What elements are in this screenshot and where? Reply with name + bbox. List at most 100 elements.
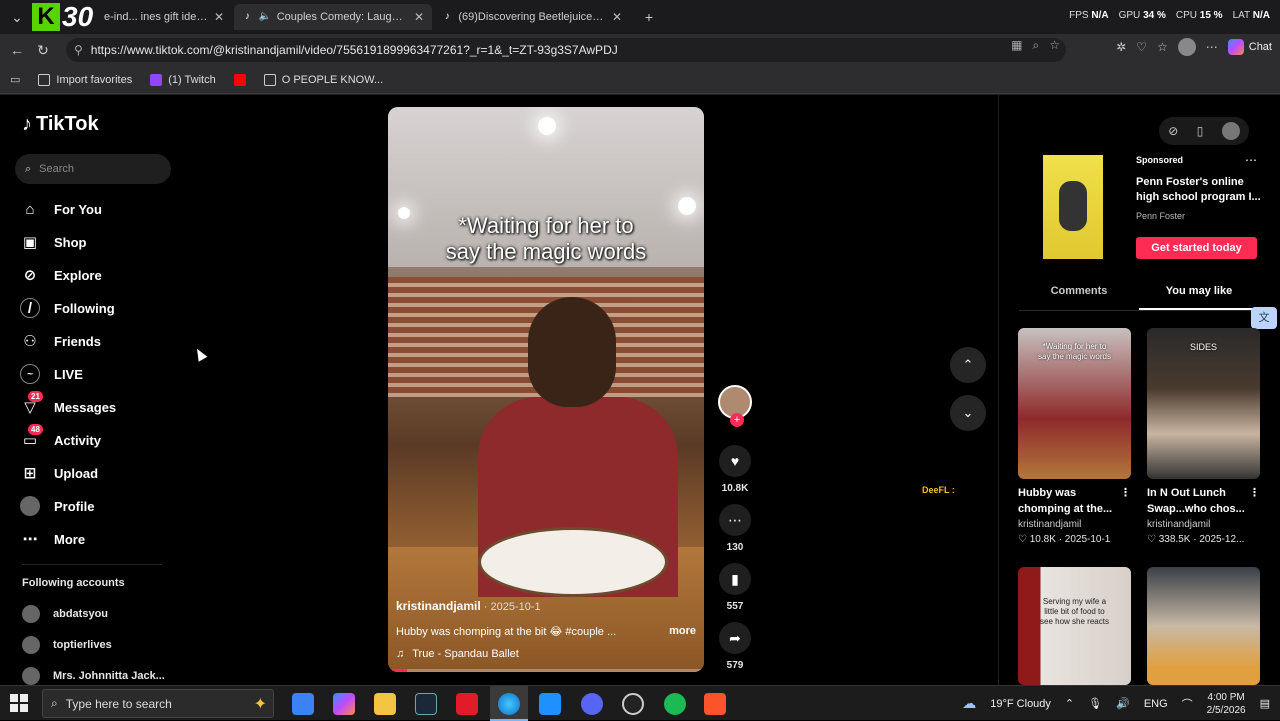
bookmark-youtube[interactable] — [233, 73, 246, 86]
extensions-icon[interactable]: ✲ — [1116, 40, 1126, 54]
taskbar-search-input[interactable]: ⌕ Type here to search ✦ — [42, 689, 274, 718]
weather-cloud-icon: ☁ — [962, 695, 977, 711]
tab-2[interactable]: ♪ 🔈 Couples Comedy: Laughing Ti ✕ — [234, 4, 432, 30]
sidebar-item-upload[interactable]: ⊞ Upload — [20, 463, 98, 483]
back-icon[interactable]: ← — [4, 37, 30, 63]
file-explorer-icon[interactable] — [374, 693, 396, 715]
tab-1[interactable]: e-ind... ines gift ideas' on TikTo ✕ — [96, 4, 232, 30]
favorite-star-icon[interactable]: ☆ — [1049, 38, 1060, 53]
share-action[interactable]: ➦ 579 — [716, 622, 754, 671]
store-app-icon[interactable] — [292, 693, 314, 715]
ad-cta-button[interactable]: Get started today — [1136, 237, 1257, 259]
creator-avatar[interactable]: + — [716, 385, 754, 427]
compass-icon[interactable]: ⊘ — [1168, 124, 1178, 138]
sidebar-item-messages[interactable]: ▽ 21 Messages — [20, 391, 116, 417]
apps-icon[interactable]: ▦ — [1011, 38, 1022, 53]
copilot-app-icon[interactable] — [333, 693, 355, 715]
tab-close-icon[interactable]: ✕ — [414, 10, 424, 24]
bookmark-people-know[interactable]: O PEOPLE KNOW... — [263, 73, 383, 86]
sidebar-item-shop[interactable]: ▣ Shop — [20, 232, 87, 252]
ad-menu-icon[interactable]: ⋯ — [1245, 153, 1257, 167]
save-action[interactable]: ▮ 557 — [716, 563, 754, 612]
clock[interactable]: 4:00 PM 2/5/2026 — [1207, 691, 1246, 717]
browser-essentials-icon[interactable]: ♡ — [1136, 40, 1147, 54]
brave-icon[interactable] — [704, 693, 726, 715]
tab-comments[interactable]: Comments — [1019, 285, 1139, 310]
video-card[interactable]: SIDES In N Out Lunch Swap...who chos... ⋮… — [1147, 328, 1260, 545]
card-user[interactable]: kristinandjamil — [1147, 519, 1260, 530]
windows-start-button[interactable] — [10, 694, 28, 712]
video-card[interactable]: *Waiting for her to say the magic words … — [1018, 328, 1131, 545]
obs-icon[interactable] — [622, 693, 644, 715]
notification-icon[interactable]: ▤ — [1260, 697, 1270, 710]
sidebar-item-friends[interactable]: ⚇ Friends — [20, 331, 101, 351]
card-title: Hubby was chomping at the... — [1018, 487, 1113, 515]
steam-icon[interactable] — [415, 693, 437, 715]
comment-action[interactable]: ⋯ 130 — [716, 504, 754, 553]
card-menu-icon[interactable]: ⋮ — [1120, 485, 1131, 517]
network-icon[interactable]: ⌒ — [1182, 696, 1193, 712]
sidebar-item-live[interactable]: ~ LIVE — [20, 364, 83, 384]
bookmark-twitch[interactable]: (1) Twitch — [150, 73, 216, 86]
weather-text[interactable]: 19°F Cloudy — [990, 698, 1051, 710]
edge-icon[interactable] — [498, 693, 520, 715]
following-account[interactable]: abdatsyou — [22, 605, 108, 623]
language-label[interactable]: ENG — [1144, 698, 1168, 710]
sidebar-item-activity[interactable]: ▭ 48 Activity — [20, 424, 101, 450]
next-video-button[interactable]: ⌄ — [950, 395, 986, 431]
tiktok-logo[interactable]: ♪ TikTok — [22, 113, 99, 136]
copilot-chat-button[interactable]: Chat — [1227, 39, 1272, 55]
volume-icon[interactable]: 🔊 — [1116, 697, 1130, 710]
sidebar-item-more[interactable]: ⋯ More — [20, 529, 86, 549]
like-action[interactable]: ♥ 10.8K — [716, 445, 754, 494]
video-card[interactable] — [1147, 567, 1260, 685]
url-field[interactable]: ⚲ https://www.tiktok.com/@kristinandjami… — [66, 38, 1066, 62]
new-tab-icon[interactable]: + — [636, 4, 662, 30]
video-info: kristinandjamil · 2025-10-1 Hubby was ch… — [396, 599, 696, 660]
translate-icon[interactable]: 文 — [1251, 307, 1277, 329]
profile-avatar[interactable] — [1177, 38, 1196, 56]
sponsored-ad[interactable]: Sponsored ⋯ Penn Foster's online high sc… — [1019, 153, 1261, 261]
refresh-icon[interactable]: ↻ — [30, 37, 56, 63]
tab-close-icon[interactable]: ✕ — [214, 10, 224, 24]
microphone-icon[interactable]: 🎙 — [1088, 697, 1102, 710]
phone-icon[interactable]: ▯ — [1197, 124, 1204, 138]
user-avatar[interactable] — [1221, 122, 1240, 140]
tab-you-may-like[interactable]: You may like — [1139, 285, 1259, 310]
search-input[interactable]: ⌕ Search — [15, 154, 171, 184]
sidebar-item-following[interactable]: / Following — [20, 298, 115, 318]
app-w-icon[interactable] — [456, 693, 478, 715]
site-info-icon[interactable]: ⚲ — [74, 43, 83, 57]
video-progress-bar[interactable] — [388, 669, 704, 672]
video-card[interactable]: Serving my wife a little bit of food to … — [1018, 567, 1131, 685]
sidebar-item-for-you[interactable]: ⌂ For You — [20, 199, 101, 219]
discord-icon[interactable] — [581, 693, 603, 715]
thumbnail-text: SIDES — [1189, 342, 1217, 352]
sidebar-item-profile[interactable]: Profile — [20, 496, 94, 516]
video-username[interactable]: kristinandjamil — [396, 599, 481, 613]
window-app-icon[interactable] — [539, 693, 561, 715]
sidebar-toggle-icon[interactable]: ▭ — [10, 73, 20, 86]
card-menu-icon[interactable]: ⋮ — [1249, 485, 1260, 517]
favorites-icon[interactable]: ☆ — [1157, 40, 1168, 54]
bookmark-import-favorites[interactable]: Import favorites — [38, 73, 132, 86]
video-music-row[interactable]: ♫ True - Spandau Ballet — [396, 648, 696, 660]
following-account[interactable]: toptierlives — [22, 636, 112, 654]
spotify-icon[interactable] — [664, 693, 686, 715]
speaker-icon[interactable]: 🔈 — [259, 11, 271, 23]
caption-more-button[interactable]: more — [669, 625, 696, 638]
video-player[interactable]: *Waiting for her to say the magic words … — [388, 107, 704, 672]
previous-video-button[interactable]: ⌃ — [950, 347, 986, 383]
zoom-icon[interactable]: ⌕ — [1033, 38, 1040, 53]
card-date: 2025-10-1 — [1064, 534, 1111, 545]
panel-tabs: Comments You may like — [1019, 285, 1259, 311]
tab-close-icon[interactable]: ✕ — [612, 10, 622, 24]
card-user[interactable]: kristinandjamil — [1018, 519, 1131, 530]
sidebar-item-explore[interactable]: ⊘ Explore — [20, 265, 102, 285]
tray-chevron-icon[interactable]: ⌃ — [1065, 697, 1074, 710]
menu-dots-icon[interactable]: ⋯ — [1206, 40, 1218, 54]
tab-3[interactable]: ♪ (69)Discovering Beetlejuice: Langu ✕ — [434, 4, 630, 30]
following-account[interactable]: Mrs. Johnnitta Jack... — [22, 667, 165, 685]
tab-list-chevron-icon[interactable]: ⌄ — [4, 4, 30, 30]
follow-plus-icon[interactable]: + — [730, 413, 744, 427]
